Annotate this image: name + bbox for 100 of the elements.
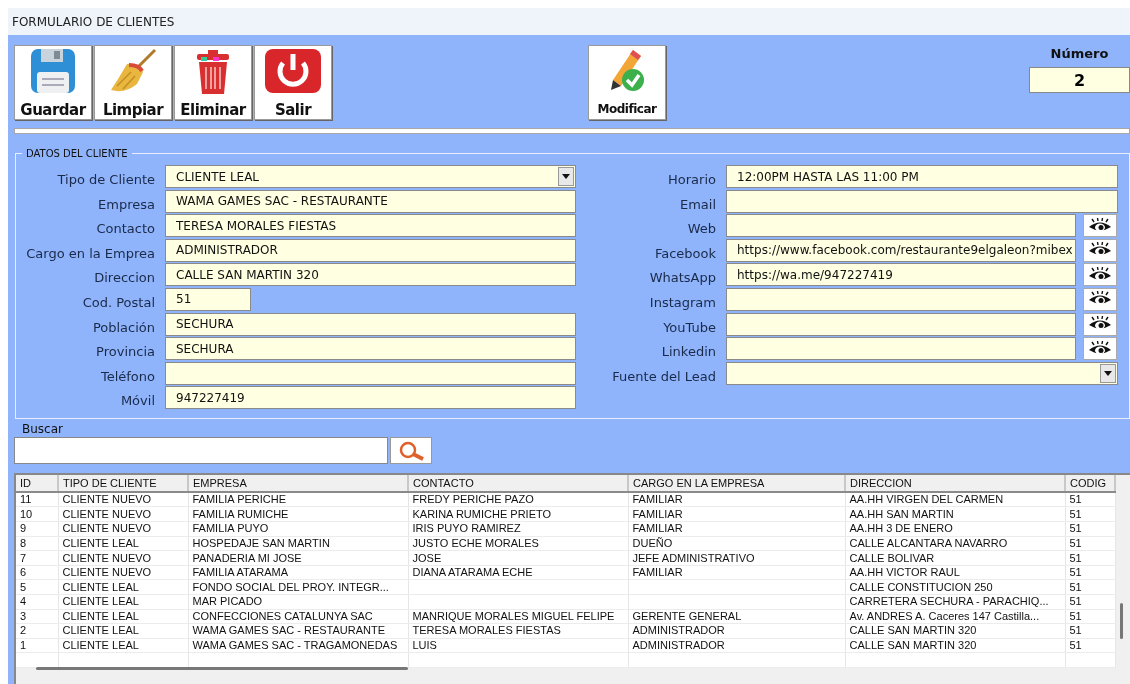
table-cell: 2 xyxy=(16,623,58,639)
table-cell: FAMILIAR xyxy=(628,506,845,522)
field-label: Fuente del Lead xyxy=(611,367,716,384)
text-field[interactable] xyxy=(726,189,1118,213)
table-cell: CLIENTE NUEVO xyxy=(58,492,188,507)
toolbar-button[interactable]: Limpiar xyxy=(94,45,172,120)
field-label: Población xyxy=(91,318,155,335)
column-header[interactable]: EMPRESA xyxy=(188,475,408,493)
text-field[interactable]: CALLE SAN MARTIN 320 xyxy=(165,263,576,287)
number-field[interactable]: 2 xyxy=(1029,67,1130,93)
text-field[interactable]: WAMA GAMES SAC - RESTAURANTE xyxy=(165,189,576,213)
table-cell: AA.HH VIRGEN DEL CARMEN xyxy=(845,492,1065,507)
table-cell: CLIENTE LEAL xyxy=(58,623,188,639)
table-cell: ADMINISTRADOR xyxy=(628,623,845,639)
view-button[interactable] xyxy=(1083,312,1117,336)
field-label: Cod. Postal xyxy=(81,293,155,310)
table-cell: FAMILIAR xyxy=(628,492,845,507)
table-cell: CALLE ALCANTARA NAVARRO xyxy=(845,536,1065,551)
horizontal-scrollbar[interactable] xyxy=(36,667,408,671)
table-cell: CALLE SAN MARTIN 320 xyxy=(845,638,1065,653)
eye-icon xyxy=(1088,340,1112,357)
caret-icon xyxy=(1104,370,1112,376)
text-field[interactable] xyxy=(726,312,1076,336)
field-label: Móvil xyxy=(119,392,155,409)
table-cell: JEFE ADMINISTRATIVO xyxy=(628,550,845,566)
view-button[interactable] xyxy=(1083,263,1117,287)
text-field[interactable]: ADMINISTRADOR xyxy=(165,238,576,262)
table-cell: CLIENTE NUEVO xyxy=(58,565,188,580)
table-cell: 7 xyxy=(16,550,58,566)
group-title: DATOS DEL CLIENTE xyxy=(25,148,129,159)
number-label: Número xyxy=(1050,46,1109,61)
text-field[interactable]: https://www.facebook.com/restaurante9elgaleon?mibex xyxy=(726,238,1076,262)
search-button[interactable] xyxy=(390,437,432,465)
text-field[interactable]: 12:00PM HASTA LAS 11:00 PM xyxy=(726,165,1118,188)
table-cell: 51 xyxy=(1065,579,1115,595)
toolbar-button[interactable]: Modificar xyxy=(588,45,666,120)
table-cell: JOSE xyxy=(408,550,628,566)
search-field[interactable] xyxy=(14,437,388,465)
table-cell: CONFECCIONES CATALUNYA SAC xyxy=(188,609,408,624)
dropdown-field[interactable]: CLIENTE LEAL xyxy=(165,165,576,188)
search-label: Buscar xyxy=(22,422,64,437)
table-cell: 6 xyxy=(16,565,58,580)
text-field[interactable]: TERESA MORALES FIESTAS xyxy=(165,214,576,238)
table-cell: CLIENTE LEAL xyxy=(58,579,188,595)
table-cell: CALLE SAN MARTIN 320 xyxy=(845,623,1065,639)
view-button[interactable] xyxy=(1083,337,1117,361)
text-field[interactable]: SECHURA xyxy=(165,312,576,336)
text-field[interactable] xyxy=(165,361,576,385)
table-cell: 51 xyxy=(1065,638,1115,653)
table-cell: KARINA RUMICHE PRIETO xyxy=(408,506,628,522)
text-field[interactable] xyxy=(726,337,1076,361)
text-field[interactable]: 51 xyxy=(165,287,251,311)
view-button[interactable] xyxy=(1083,287,1117,311)
text-field[interactable]: 947227419 xyxy=(165,386,576,410)
field-label: Direccion xyxy=(93,269,155,286)
column-header[interactable]: TIPO DE CLIENTE xyxy=(58,475,188,493)
field-label: WhatsApp xyxy=(648,269,716,286)
toolbar-button[interactable]: Salir xyxy=(254,45,332,120)
text-field[interactable]: https://wa.me/947227419 xyxy=(726,263,1076,287)
table-cell: 51 xyxy=(1065,506,1115,522)
field-label: Empresa xyxy=(97,195,155,212)
field-label: Contacto xyxy=(95,220,155,237)
column-header[interactable]: CODIG xyxy=(1065,475,1115,493)
text-field[interactable] xyxy=(726,287,1076,311)
table-cell: IRIS PUYO RAMIREZ xyxy=(408,521,628,537)
toolbar-button[interactable]: Guardar xyxy=(14,45,92,120)
field-label: Instagram xyxy=(648,293,716,310)
table-cell: 51 xyxy=(1065,536,1115,551)
table-cell: 11 xyxy=(16,492,58,507)
field-label: Tipo de Cliente xyxy=(56,171,155,187)
table-cell: CALLE BOLIVAR xyxy=(845,550,1065,566)
table-cell: AA.HH SAN MARTIN xyxy=(845,506,1065,522)
eye-icon xyxy=(1088,266,1112,283)
column-header[interactable]: CONTACTO xyxy=(408,475,628,493)
dropdown-field[interactable] xyxy=(726,361,1118,385)
table-cell: TERESA MORALES FIESTAS xyxy=(408,623,628,639)
field-label: Cargo en la Emprea xyxy=(25,244,155,261)
table-cell: CLIENTE NUEVO xyxy=(58,506,188,522)
field-label: Facebook xyxy=(653,244,716,261)
text-field[interactable]: SECHURA xyxy=(165,337,576,361)
toolbar-button[interactable]: Eliminar xyxy=(174,45,252,120)
text-field[interactable] xyxy=(726,214,1076,238)
vertical-scrollbar[interactable] xyxy=(1120,603,1123,640)
column-header[interactable]: DIRECCION xyxy=(845,475,1065,493)
table-cell: CALLE CONSTITUCION 250 xyxy=(845,579,1065,595)
table-cell: 4 xyxy=(16,594,58,610)
view-button[interactable] xyxy=(1083,238,1117,262)
table-cell: 10 xyxy=(16,506,58,522)
field-label: Teléfono xyxy=(99,367,155,384)
table-cell: FAMILIA PUYO xyxy=(188,521,408,537)
table-cell: Av. ANDRES A. Caceres 147 Castilla... xyxy=(845,609,1065,624)
table-cell: FAMILIAR xyxy=(628,521,845,537)
view-button[interactable] xyxy=(1083,214,1117,238)
column-header[interactable]: CARGO EN LA EMPRESA xyxy=(628,475,845,493)
table-cell: MANRIQUE MORALES MIGUEL FELIPE xyxy=(408,609,628,624)
column-header[interactable]: ID xyxy=(16,475,58,493)
table-cell: 51 xyxy=(1065,594,1115,610)
table-cell: AA.HH VICTOR RAUL xyxy=(845,565,1065,580)
field-label: YouTube xyxy=(662,318,716,335)
table-cell: LUIS xyxy=(408,638,628,653)
